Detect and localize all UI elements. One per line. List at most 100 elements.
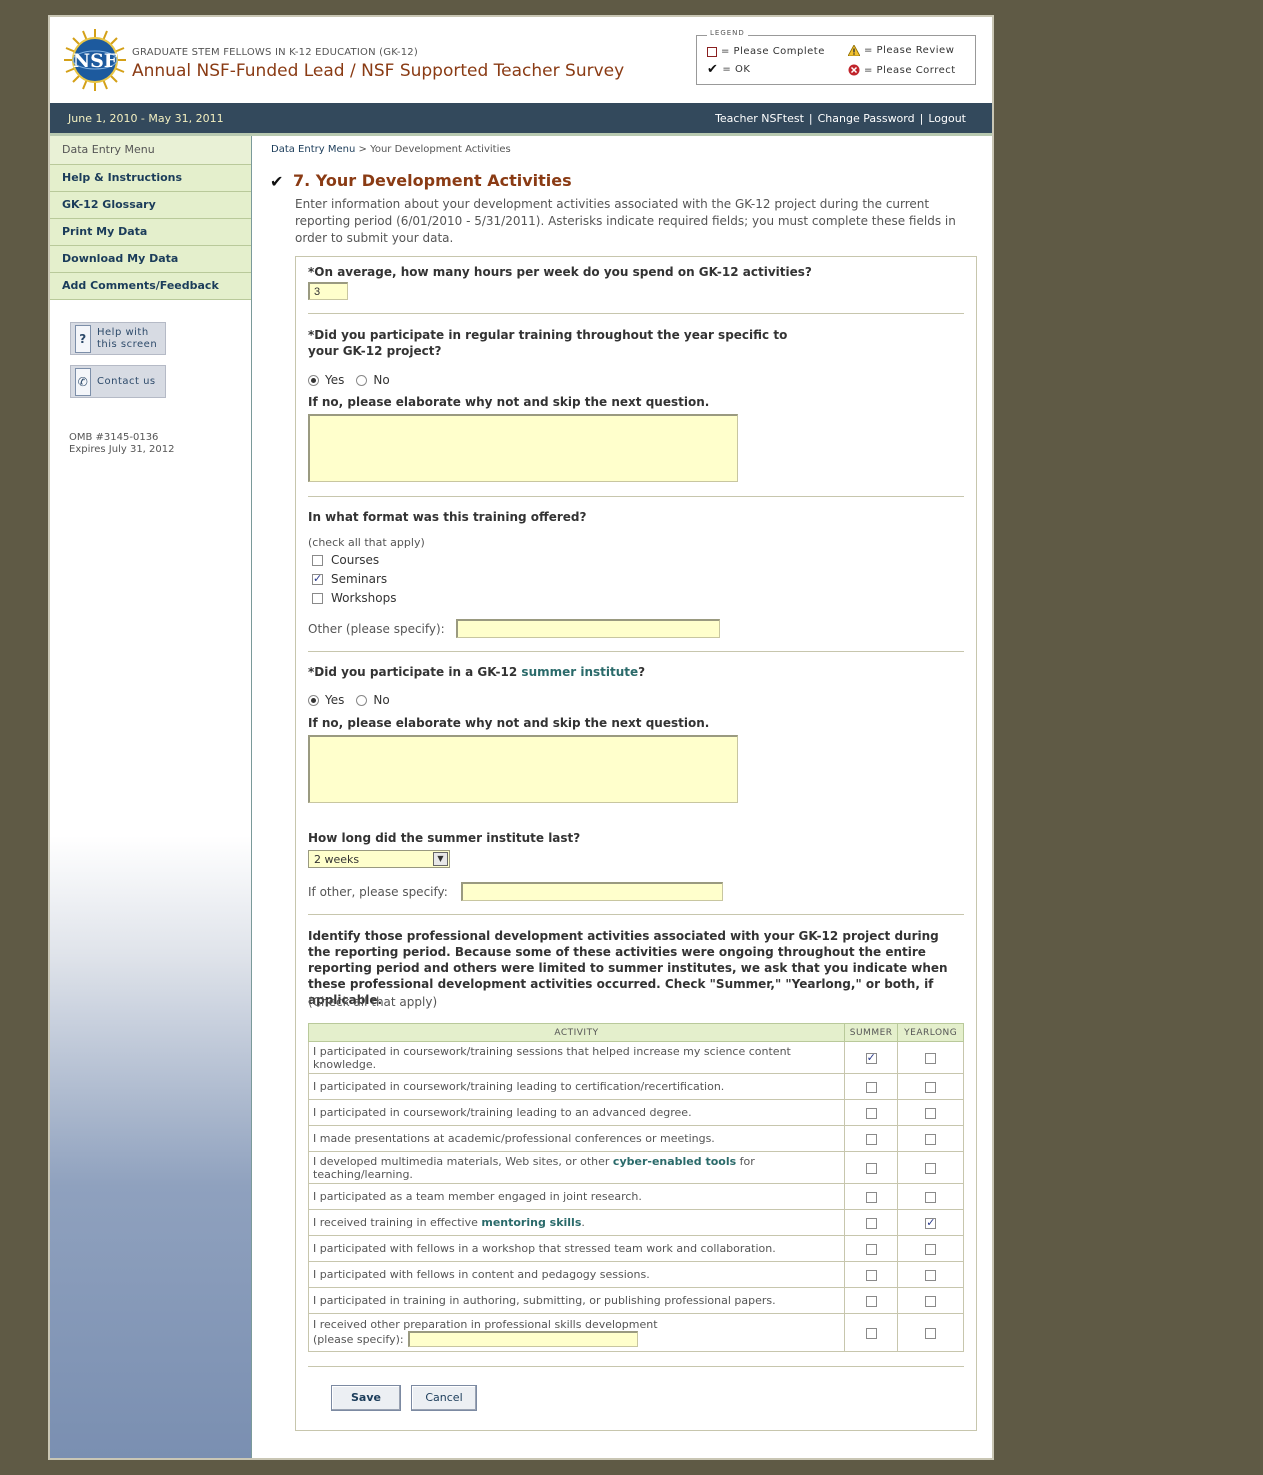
activity-text: I participated as a team member engaged …: [308, 1183, 845, 1210]
summer-checkbox[interactable]: [865, 1107, 877, 1119]
col-activity: ACTIVITY: [308, 1023, 845, 1042]
seminars-checkbox[interactable]: [312, 572, 323, 585]
summer-cell: [843, 1073, 899, 1100]
summer-checkbox[interactable]: [865, 1243, 877, 1255]
yearlong-checkbox[interactable]: [925, 1295, 937, 1307]
activity-text-part: .: [581, 1216, 585, 1229]
breadcrumb-data-entry-menu[interactable]: Data Entry Menu: [271, 144, 355, 155]
seminars-label: Seminars: [331, 572, 388, 586]
legend-ok: ✔ = OK: [707, 63, 750, 76]
summer-cell: [843, 1235, 899, 1262]
sidebar-item-comments[interactable]: Add Comments/Feedback: [50, 273, 251, 300]
hours-question: *On average, how many hours per week do …: [308, 265, 812, 279]
page-frame: NSF GRADUATE STEM FELLOWS IN K-12 EDUCAT…: [48, 15, 994, 1460]
glossary-link[interactable]: cyber-enabled tools: [613, 1155, 736, 1168]
glossary-link[interactable]: mentoring skills: [481, 1216, 581, 1229]
col-summer: SUMMER: [843, 1023, 899, 1042]
summer-checkbox[interactable]: [865, 1217, 877, 1229]
table-row-other: I received other preparation in professi…: [308, 1313, 964, 1352]
legend-please-correct-label: = Please Correct: [864, 64, 956, 76]
yearlong-checkbox[interactable]: [925, 1162, 937, 1174]
summer-cell: [843, 1209, 899, 1236]
header: NSF GRADUATE STEM FELLOWS IN K-12 EDUCAT…: [50, 17, 992, 103]
other-activity-input[interactable]: [407, 1331, 638, 1347]
yearlong-checkbox[interactable]: [925, 1081, 937, 1093]
format-other-input[interactable]: [456, 619, 720, 638]
phone-icon: ✆: [75, 367, 91, 396]
contact-us-button[interactable]: ✆ Contact us: [70, 365, 166, 398]
workshops-checkbox[interactable]: [312, 592, 323, 604]
sidebar-item-help[interactable]: Help & Instructions: [50, 165, 251, 192]
training-elaborate-textarea[interactable]: [308, 414, 738, 482]
summer-checkbox[interactable]: [865, 1191, 877, 1203]
status-ok-icon: ✔: [270, 172, 284, 191]
sidebar-item-download[interactable]: Download My Data: [50, 246, 251, 273]
yearlong-checkbox[interactable]: [925, 1052, 937, 1064]
duration-other-input[interactable]: [461, 882, 723, 901]
summer-checkbox[interactable]: [865, 1269, 877, 1281]
duration-question: How long did the summer institute last?: [308, 831, 581, 845]
hours-input[interactable]: [308, 282, 348, 300]
duration-selected-value: 2 weeks: [314, 853, 360, 866]
courses-checkbox[interactable]: [312, 554, 323, 566]
yearlong-cell: [897, 1209, 964, 1236]
summer-radio-group: Yes No: [308, 693, 390, 707]
yearlong-checkbox[interactable]: [925, 1107, 937, 1119]
chevron-down-icon[interactable]: ▼: [433, 852, 448, 866]
separator: |: [808, 112, 813, 125]
training-no-radio[interactable]: [356, 374, 368, 386]
duration-select[interactable]: 2 weeks ▼: [308, 850, 450, 868]
yearlong-checkbox[interactable]: [925, 1243, 937, 1255]
change-password-link[interactable]: Change Password: [818, 112, 915, 125]
col-yearlong: YEARLONG: [897, 1023, 964, 1042]
training-radio-group: Yes No: [308, 373, 390, 387]
yearlong-cell: [897, 1287, 964, 1314]
save-button[interactable]: Save: [331, 1385, 401, 1411]
summer-no-radio[interactable]: [356, 694, 368, 706]
training-question: *Did you participate in regular training…: [308, 327, 787, 359]
yearlong-checkbox[interactable]: [925, 1327, 937, 1339]
activity-text: I participated with fellows in a worksho…: [308, 1235, 845, 1262]
activity-text-part: I participated in coursework/training le…: [313, 1080, 725, 1093]
activity-text: I developed multimedia materials, Web si…: [308, 1151, 845, 1184]
yearlong-cell: [897, 1313, 964, 1352]
summer-institute-glossary-link[interactable]: summer institute: [521, 665, 638, 679]
yearlong-checkbox[interactable]: [925, 1191, 937, 1203]
table-row: I received training in effective mentori…: [308, 1209, 964, 1236]
logout-link[interactable]: Logout: [928, 112, 966, 125]
legend: LEGEND = Please Complete = Please Review…: [696, 29, 976, 85]
summer-yes-radio[interactable]: [308, 694, 319, 706]
summer-checkbox[interactable]: [865, 1051, 877, 1064]
sidebar-item-glossary[interactable]: GK-12 Glossary: [50, 192, 251, 219]
summer-question: *Did you participate in a GK-12 summer i…: [308, 664, 645, 680]
user-name-link[interactable]: Teacher NSFtest: [715, 112, 804, 125]
logo-text: NSF: [73, 50, 118, 72]
breadcrumb: Data Entry Menu > Your Development Activ…: [271, 144, 511, 155]
training-yes-radio[interactable]: [308, 374, 319, 386]
summer-question-suffix: ?: [638, 665, 646, 679]
training-question-line2: your GK-12 project?: [308, 344, 442, 358]
help-button-label: Help with this screen: [97, 327, 157, 351]
other-activity-line1: I received other preparation in professi…: [313, 1318, 658, 1331]
summer-checkbox[interactable]: [865, 1133, 877, 1145]
table-row: I participated as a team member engaged …: [308, 1183, 964, 1210]
activity-text: I participated in coursework/training se…: [308, 1041, 845, 1074]
cancel-button[interactable]: Cancel: [411, 1385, 477, 1411]
yearlong-checkbox[interactable]: [925, 1269, 937, 1281]
summer-elaborate-textarea[interactable]: [308, 735, 738, 803]
yearlong-cell: [897, 1041, 964, 1074]
summer-checkbox[interactable]: [865, 1295, 877, 1307]
yearlong-checkbox[interactable]: [925, 1216, 937, 1229]
summer-checkbox[interactable]: [865, 1081, 877, 1093]
summer-no-label: No: [373, 693, 390, 707]
divider: [308, 1366, 964, 1367]
activity-text: I participated with fellows in content a…: [308, 1261, 845, 1288]
divider: [308, 496, 964, 497]
sidebar-item-print[interactable]: Print My Data: [50, 219, 251, 246]
form-panel: *On average, how many hours per week do …: [295, 256, 977, 1431]
other-activity-line2: (please specify):: [313, 1331, 840, 1347]
summer-checkbox[interactable]: [865, 1327, 877, 1339]
yearlong-checkbox[interactable]: [925, 1133, 937, 1145]
help-with-screen-button[interactable]: ? Help with this screen: [70, 322, 166, 355]
summer-checkbox[interactable]: [865, 1162, 877, 1174]
